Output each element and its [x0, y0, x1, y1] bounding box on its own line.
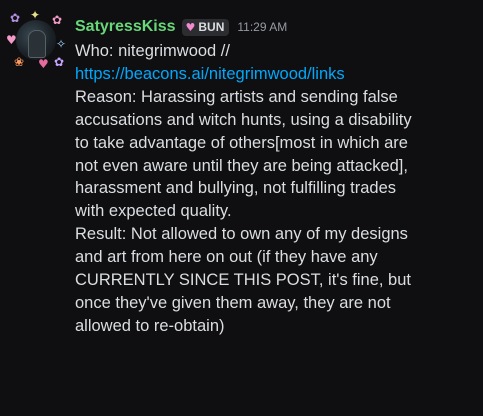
heart-decoration-icon: ♥ — [6, 33, 17, 47]
result-line: allowed to re-obtain) — [75, 316, 225, 335]
result-line: and art from here on out (if they have a… — [75, 248, 378, 267]
reason-line: Reason: Harassing artists and sending fa… — [75, 87, 398, 106]
flower-decoration-icon: ✿ — [52, 13, 63, 27]
avatar-image — [16, 20, 56, 60]
flower-decoration-icon: ✿ — [54, 55, 65, 69]
message-content: Who: nitegrimwood // https://beacons.ai/… — [75, 40, 473, 338]
result-line: CURRENTLY SINCE THIS POST, it's fine, bu… — [75, 271, 411, 290]
result-line: once they've given them away, they are n… — [75, 293, 391, 312]
reason-line: accusations and witch hunts, using a dis… — [75, 110, 412, 129]
beacons-link[interactable]: https://beacons.ai/nitegrimwood/links — [75, 63, 473, 86]
chat-message: ✿ ✦ ✿ ♥ ✧ ❀ ♥ ✿ SatyressKiss ♥ BUN 11:29… — [0, 0, 483, 416]
server-tag[interactable]: ♥ BUN — [181, 18, 230, 36]
bow-decoration-icon: ❀ — [14, 55, 25, 69]
flower-decoration-icon: ✿ — [10, 11, 21, 25]
sparkle-decoration-icon: ✧ — [56, 37, 67, 51]
author-username[interactable]: SatyressKiss — [75, 18, 176, 36]
message-timestamp[interactable]: 11:29 AM — [237, 20, 287, 34]
message-header: SatyressKiss ♥ BUN 11:29 AM — [75, 16, 473, 38]
avatar-figure — [28, 30, 46, 58]
heart-icon: ♥ — [185, 20, 196, 34]
star-decoration-icon: ✦ — [30, 8, 41, 22]
who-line: Who: nitegrimwood // — [75, 42, 230, 60]
reason-line: harassment and bullying, not fulfilling … — [75, 179, 397, 198]
reason-line: with expected quality. — [75, 202, 232, 221]
result-line: Result: Not allowed to own any of my des… — [75, 225, 408, 244]
avatar[interactable]: ✿ ✦ ✿ ♥ ✧ ❀ ♥ ✿ — [6, 8, 67, 71]
server-tag-label: BUN — [198, 20, 225, 34]
reason-line: not even aware until they are being atta… — [75, 156, 408, 175]
heart-decoration-icon: ♥ — [38, 57, 49, 71]
reason-line: to take advantage of others[most in whic… — [75, 133, 408, 152]
